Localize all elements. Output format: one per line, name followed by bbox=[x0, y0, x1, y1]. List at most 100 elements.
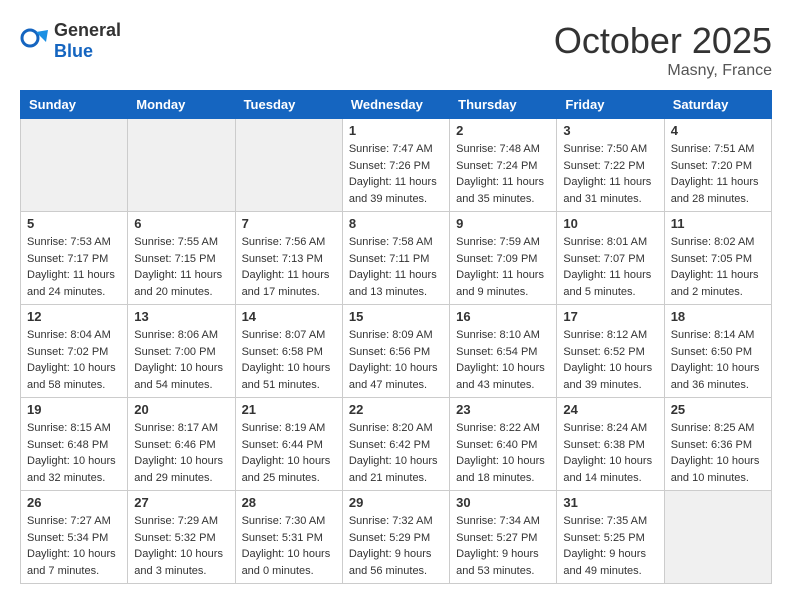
day-info: Sunrise: 7:55 AM Sunset: 7:15 PM Dayligh… bbox=[134, 234, 228, 300]
calendar-cell bbox=[235, 119, 342, 212]
day-number: 14 bbox=[242, 309, 336, 324]
calendar-cell: 1Sunrise: 7:47 AM Sunset: 7:26 PM Daylig… bbox=[342, 119, 449, 212]
day-number: 28 bbox=[242, 495, 336, 510]
day-info: Sunrise: 8:15 AM Sunset: 6:48 PM Dayligh… bbox=[27, 420, 121, 486]
calendar-cell bbox=[128, 119, 235, 212]
day-number: 12 bbox=[27, 309, 121, 324]
calendar-cell: 14Sunrise: 8:07 AM Sunset: 6:58 PM Dayli… bbox=[235, 305, 342, 398]
calendar-week-row: 5 Sunrise: 7:53 AM Sunset: 7:17 PM Daylig… bbox=[21, 212, 772, 305]
day-number: 5 bbox=[27, 216, 121, 231]
day-number: 30 bbox=[456, 495, 550, 510]
weekday-header-cell: Monday bbox=[128, 91, 235, 119]
calendar-cell: 27 Sunrise: 7:29 AM Sunset: 5:32 PM Dayli… bbox=[128, 491, 235, 584]
day-info: Sunrise: 8:14 AM Sunset: 6:50 PM Dayligh… bbox=[671, 327, 765, 393]
day-number: 20 bbox=[134, 402, 228, 417]
day-number: 25 bbox=[671, 402, 765, 417]
day-number: 3 bbox=[563, 123, 657, 138]
weekday-header-cell: Wednesday bbox=[342, 91, 449, 119]
day-info: Sunrise: 7:51 AM Sunset: 7:20 PM Dayligh… bbox=[671, 141, 765, 207]
calendar-cell: 8Sunrise: 7:58 AM Sunset: 7:11 PM Daylig… bbox=[342, 212, 449, 305]
calendar-week-row: 1Sunrise: 7:47 AM Sunset: 7:26 PM Daylig… bbox=[21, 119, 772, 212]
day-number: 10 bbox=[563, 216, 657, 231]
day-info: Sunrise: 7:53 AM Sunset: 7:17 PM Dayligh… bbox=[27, 234, 121, 300]
title-block: October 2025 Masny, France bbox=[554, 20, 772, 80]
day-info: Sunrise: 8:24 AM Sunset: 6:38 PM Dayligh… bbox=[563, 420, 657, 486]
logo-blue: Blue bbox=[54, 41, 93, 61]
day-info: Sunrise: 8:25 AM Sunset: 6:36 PM Dayligh… bbox=[671, 420, 765, 486]
calendar-cell bbox=[21, 119, 128, 212]
calendar-cell: 13 Sunrise: 8:06 AM Sunset: 7:00 PM Dayli… bbox=[128, 305, 235, 398]
calendar-week-row: 19 Sunrise: 8:15 AM Sunset: 6:48 PM Dayli… bbox=[21, 398, 772, 491]
day-info: Sunrise: 8:17 AM Sunset: 6:46 PM Dayligh… bbox=[134, 420, 228, 486]
day-info: Sunrise: 7:48 AM Sunset: 7:24 PM Dayligh… bbox=[456, 141, 550, 207]
calendar-cell: 29 Sunrise: 7:32 AM Sunset: 5:29 PM Dayli… bbox=[342, 491, 449, 584]
day-number: 18 bbox=[671, 309, 765, 324]
page-header: General Blue October 2025 Masny, France bbox=[20, 20, 772, 80]
calendar-cell: 19 Sunrise: 8:15 AM Sunset: 6:48 PM Dayli… bbox=[21, 398, 128, 491]
day-number: 31 bbox=[563, 495, 657, 510]
calendar-cell: 6 Sunrise: 7:55 AM Sunset: 7:15 PM Daylig… bbox=[128, 212, 235, 305]
day-info: Sunrise: 8:09 AM Sunset: 6:56 PM Dayligh… bbox=[349, 327, 443, 393]
calendar-week-row: 26Sunrise: 7:27 AM Sunset: 5:34 PM Dayli… bbox=[21, 491, 772, 584]
day-info: Sunrise: 7:47 AM Sunset: 7:26 PM Dayligh… bbox=[349, 141, 443, 207]
calendar-cell: 24 Sunrise: 8:24 AM Sunset: 6:38 PM Dayli… bbox=[557, 398, 664, 491]
calendar-cell: 28Sunrise: 7:30 AM Sunset: 5:31 PM Dayli… bbox=[235, 491, 342, 584]
day-number: 13 bbox=[134, 309, 228, 324]
day-info: Sunrise: 7:29 AM Sunset: 5:32 PM Dayligh… bbox=[134, 513, 228, 579]
day-number: 17 bbox=[563, 309, 657, 324]
calendar-cell bbox=[664, 491, 771, 584]
day-info: Sunrise: 8:02 AM Sunset: 7:05 PM Dayligh… bbox=[671, 234, 765, 300]
calendar-week-row: 12 Sunrise: 8:04 AM Sunset: 7:02 PM Dayli… bbox=[21, 305, 772, 398]
day-number: 21 bbox=[242, 402, 336, 417]
day-info: Sunrise: 7:59 AM Sunset: 7:09 PM Dayligh… bbox=[456, 234, 550, 300]
day-number: 29 bbox=[349, 495, 443, 510]
calendar-cell: 2 Sunrise: 7:48 AM Sunset: 7:24 PM Daylig… bbox=[450, 119, 557, 212]
calendar-cell: 11 Sunrise: 8:02 AM Sunset: 7:05 PM Dayli… bbox=[664, 212, 771, 305]
day-info: Sunrise: 8:12 AM Sunset: 6:52 PM Dayligh… bbox=[563, 327, 657, 393]
calendar-cell: 17 Sunrise: 8:12 AM Sunset: 6:52 PM Dayli… bbox=[557, 305, 664, 398]
day-number: 23 bbox=[456, 402, 550, 417]
weekday-header-cell: Thursday bbox=[450, 91, 557, 119]
day-number: 4 bbox=[671, 123, 765, 138]
day-number: 15 bbox=[349, 309, 443, 324]
day-info: Sunrise: 7:32 AM Sunset: 5:29 PM Dayligh… bbox=[349, 513, 443, 579]
day-number: 22 bbox=[349, 402, 443, 417]
day-number: 7 bbox=[242, 216, 336, 231]
day-info: Sunrise: 7:58 AM Sunset: 7:11 PM Dayligh… bbox=[349, 234, 443, 300]
day-number: 27 bbox=[134, 495, 228, 510]
calendar-cell: 4 Sunrise: 7:51 AM Sunset: 7:20 PM Daylig… bbox=[664, 119, 771, 212]
day-info: Sunrise: 7:27 AM Sunset: 5:34 PM Dayligh… bbox=[27, 513, 121, 579]
calendar-cell: 5 Sunrise: 7:53 AM Sunset: 7:17 PM Daylig… bbox=[21, 212, 128, 305]
calendar-cell: 10 Sunrise: 8:01 AM Sunset: 7:07 PM Dayli… bbox=[557, 212, 664, 305]
calendar-cell: 20 Sunrise: 8:17 AM Sunset: 6:46 PM Dayli… bbox=[128, 398, 235, 491]
day-info: Sunrise: 8:04 AM Sunset: 7:02 PM Dayligh… bbox=[27, 327, 121, 393]
day-number: 11 bbox=[671, 216, 765, 231]
location: Masny, France bbox=[554, 62, 772, 80]
calendar-cell: 15 Sunrise: 8:09 AM Sunset: 6:56 PM Dayli… bbox=[342, 305, 449, 398]
calendar-cell: 30Sunrise: 7:34 AM Sunset: 5:27 PM Dayli… bbox=[450, 491, 557, 584]
logo-general: General bbox=[54, 20, 121, 40]
calendar-cell: 12 Sunrise: 8:04 AM Sunset: 7:02 PM Dayli… bbox=[21, 305, 128, 398]
day-number: 16 bbox=[456, 309, 550, 324]
logo-icon bbox=[20, 26, 50, 56]
day-number: 24 bbox=[563, 402, 657, 417]
calendar-table: SundayMondayTuesdayWednesdayThursdayFrid… bbox=[20, 90, 772, 584]
calendar-cell: 22 Sunrise: 8:20 AM Sunset: 6:42 PM Dayli… bbox=[342, 398, 449, 491]
weekday-header-cell: Saturday bbox=[664, 91, 771, 119]
day-info: Sunrise: 8:20 AM Sunset: 6:42 PM Dayligh… bbox=[349, 420, 443, 486]
weekday-header-cell: Friday bbox=[557, 91, 664, 119]
calendar-cell: 18 Sunrise: 8:14 AM Sunset: 6:50 PM Dayli… bbox=[664, 305, 771, 398]
day-info: Sunrise: 7:56 AM Sunset: 7:13 PM Dayligh… bbox=[242, 234, 336, 300]
day-info: Sunrise: 8:19 AM Sunset: 6:44 PM Dayligh… bbox=[242, 420, 336, 486]
day-number: 19 bbox=[27, 402, 121, 417]
weekday-header-row: SundayMondayTuesdayWednesdayThursdayFrid… bbox=[21, 91, 772, 119]
calendar-cell: 21 Sunrise: 8:19 AM Sunset: 6:44 PM Dayli… bbox=[235, 398, 342, 491]
calendar-cell: 31Sunrise: 7:35 AM Sunset: 5:25 PM Dayli… bbox=[557, 491, 664, 584]
day-number: 2 bbox=[456, 123, 550, 138]
day-info: Sunrise: 8:10 AM Sunset: 6:54 PM Dayligh… bbox=[456, 327, 550, 393]
day-info: Sunrise: 8:06 AM Sunset: 7:00 PM Dayligh… bbox=[134, 327, 228, 393]
day-info: Sunrise: 7:50 AM Sunset: 7:22 PM Dayligh… bbox=[563, 141, 657, 207]
day-number: 6 bbox=[134, 216, 228, 231]
weekday-header-cell: Sunday bbox=[21, 91, 128, 119]
day-info: Sunrise: 8:01 AM Sunset: 7:07 PM Dayligh… bbox=[563, 234, 657, 300]
